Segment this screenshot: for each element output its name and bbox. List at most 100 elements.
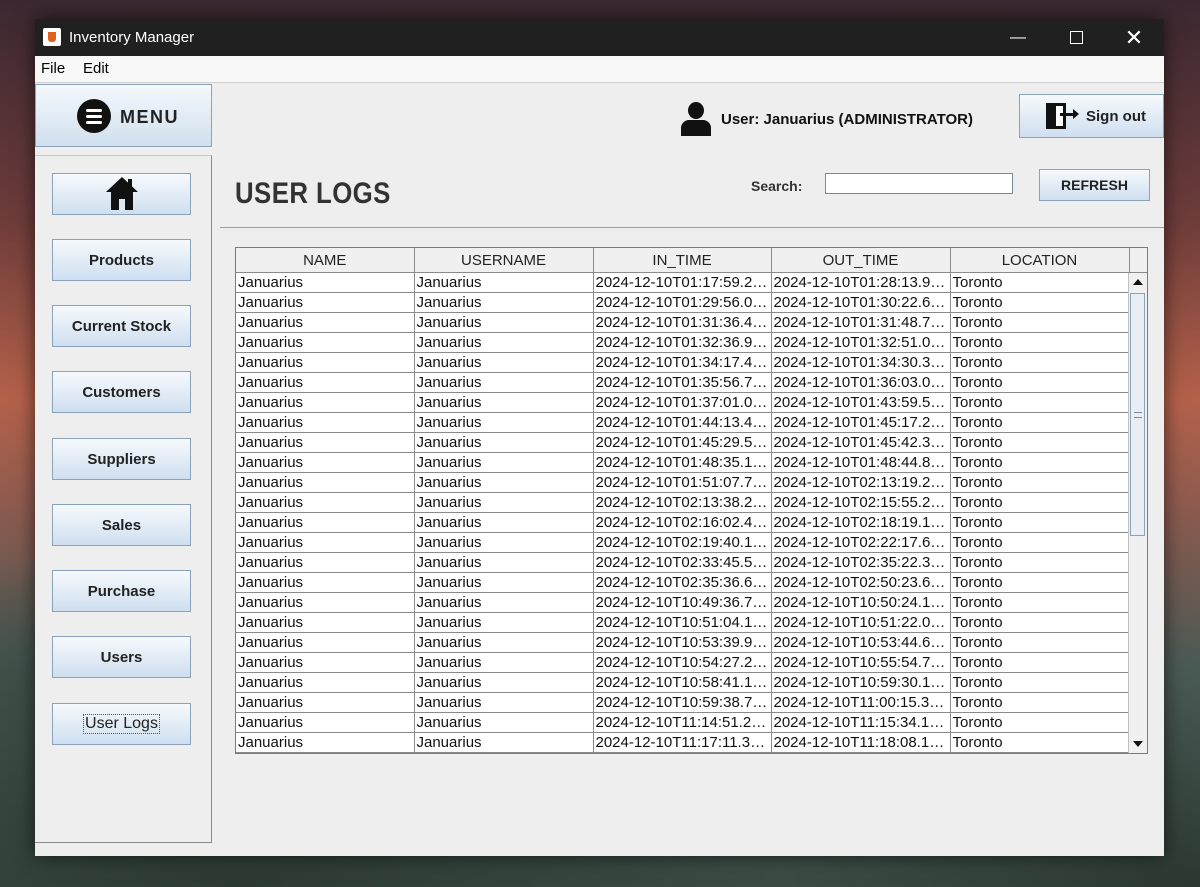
table-cell[interactable]: Januarius	[414, 332, 594, 353]
table-cell[interactable]: Januarius	[236, 492, 415, 513]
table-cell[interactable]: Januarius	[414, 392, 594, 413]
table-cell[interactable]: 2024-12-10T02:15:55.274..	[771, 492, 951, 513]
table-cell[interactable]: 2024-12-10T01:45:17.257..	[771, 412, 951, 433]
table-cell[interactable]: Toronto	[950, 572, 1130, 593]
table-cell[interactable]: Toronto	[950, 672, 1130, 693]
table-row[interactable]: Januarius Januarius 2024-12-10T10:49:36.75…	[236, 592, 1130, 613]
table-cell[interactable]: 2024-12-10T02:22:17.603..	[771, 532, 951, 553]
table-cell[interactable]: Januarius	[236, 552, 415, 573]
table-cell[interactable]: Januarius	[236, 592, 415, 613]
table-cell[interactable]: Januarius	[236, 632, 415, 653]
column-header-location[interactable]: LOCATION	[950, 248, 1130, 273]
sidebar-item-customers[interactable]: Customers	[52, 371, 191, 413]
table-cell[interactable]: Januarius	[414, 472, 594, 493]
table-cell[interactable]: 2024-12-10T01:48:35.198..	[593, 452, 772, 473]
table-cell[interactable]: Januarius	[414, 532, 594, 553]
table-cell[interactable]: 2024-12-10T02:13:38.232..	[593, 492, 772, 513]
table-cell[interactable]: Toronto	[950, 712, 1130, 733]
table-cell[interactable]: Toronto	[950, 472, 1130, 493]
table-cell[interactable]: 2024-12-10T01:29:56.055..	[593, 292, 772, 313]
table-cell[interactable]: Toronto	[950, 692, 1130, 713]
table-cell[interactable]: Januarius	[414, 712, 594, 733]
table-cell[interactable]: Toronto	[950, 332, 1130, 353]
minimize-button[interactable]: —	[989, 19, 1047, 56]
table-cell[interactable]: Toronto	[950, 432, 1130, 453]
table-cell[interactable]: Januarius	[236, 692, 415, 713]
table-cell[interactable]: Januarius	[236, 572, 415, 593]
column-header-username[interactable]: USERNAME	[414, 248, 594, 273]
table-cell[interactable]: Januarius	[236, 672, 415, 693]
table-cell[interactable]: Toronto	[950, 312, 1130, 333]
table-cell[interactable]: Januarius	[236, 472, 415, 493]
table-cell[interactable]: 2024-12-10T01:32:51.090..	[771, 332, 951, 353]
refresh-button[interactable]: REFRESH	[1039, 169, 1150, 201]
table-cell[interactable]: Januarius	[414, 432, 594, 453]
table-cell[interactable]: Januarius	[414, 292, 594, 313]
table-cell[interactable]: Januarius	[414, 312, 594, 333]
table-row[interactable]: Januarius Januarius 2024-12-10T02:33:45.55…	[236, 552, 1130, 573]
table-cell[interactable]: Januarius	[236, 712, 415, 733]
table-cell[interactable]: Januarius	[236, 312, 415, 333]
table-cell[interactable]: 2024-12-10T10:51:22.042..	[771, 612, 951, 633]
table-cell[interactable]: 2024-12-10T01:45:29.561..	[593, 432, 772, 453]
table-cell[interactable]: Januarius	[414, 632, 594, 653]
sidebar-item-products[interactable]: Products	[52, 239, 191, 281]
vertical-scrollbar[interactable]	[1128, 273, 1147, 753]
table-cell[interactable]: Toronto	[950, 512, 1130, 533]
table-cell[interactable]: Januarius	[236, 612, 415, 633]
table-cell[interactable]: Toronto	[950, 652, 1130, 673]
table-cell[interactable]: 2024-12-10T01:48:44.833..	[771, 452, 951, 473]
table-row[interactable]: Januarius Januarius 2024-12-10T01:51:07.78…	[236, 472, 1130, 493]
table-cell[interactable]: 2024-12-10T01:30:22.684..	[771, 292, 951, 313]
close-button[interactable]: ✕	[1105, 19, 1163, 56]
table-cell[interactable]: 2024-12-10T11:00:15.321..	[771, 692, 951, 713]
table-cell[interactable]: Januarius	[236, 512, 415, 533]
table-cell[interactable]: Januarius	[414, 272, 594, 293]
table-row[interactable]: Januarius Januarius 2024-12-10T01:31:36.48…	[236, 312, 1130, 333]
table-row[interactable]: Januarius Januarius 2024-12-10T01:37:01.03…	[236, 392, 1130, 413]
column-header-out-time[interactable]: OUT_TIME	[771, 248, 951, 273]
table-cell[interactable]: 2024-12-10T10:53:39.990..	[593, 632, 772, 653]
table-cell[interactable]: Januarius	[236, 372, 415, 393]
table-cell[interactable]: 2024-12-10T11:17:11.312..	[593, 732, 772, 753]
table-cell[interactable]: Januarius	[236, 352, 415, 373]
table-row[interactable]: Januarius Januarius 2024-12-10T10:51:04.15…	[236, 612, 1130, 633]
table-cell[interactable]: 2024-12-10T10:51:04.157..	[593, 612, 772, 633]
table-cell[interactable]: 2024-12-10T01:43:59.580..	[771, 392, 951, 413]
table-cell[interactable]: Januarius	[414, 732, 594, 753]
table-cell[interactable]: Januarius	[236, 332, 415, 353]
table-cell[interactable]: Toronto	[950, 412, 1130, 433]
table-cell[interactable]: Januarius	[414, 492, 594, 513]
table-cell[interactable]: 2024-12-10T01:31:48.727..	[771, 312, 951, 333]
table-row[interactable]: Januarius Januarius 2024-12-10T10:54:27.23…	[236, 652, 1130, 673]
table-row[interactable]: Januarius Januarius 2024-12-10T01:17:59.22…	[236, 272, 1130, 293]
table-cell[interactable]: 2024-12-10T10:58:41.136..	[593, 672, 772, 693]
table-cell[interactable]: Januarius	[414, 612, 594, 633]
table-cell[interactable]: 2024-12-10T10:59:30.134..	[771, 672, 951, 693]
table-cell[interactable]: 2024-12-10T11:14:51.285..	[593, 712, 772, 733]
sidebar-item-suppliers[interactable]: Suppliers	[52, 438, 191, 480]
table-row[interactable]: Januarius Januarius 2024-12-10T02:19:40.16…	[236, 532, 1130, 553]
table-cell[interactable]: 2024-12-10T02:35:36.678..	[593, 572, 772, 593]
table-row[interactable]: Januarius Januarius 2024-12-10T10:53:39.99…	[236, 632, 1130, 653]
table-cell[interactable]: Januarius	[236, 392, 415, 413]
table-cell[interactable]: 2024-12-10T01:44:13.416..	[593, 412, 772, 433]
table-cell[interactable]: 2024-12-10T11:18:08.153..	[771, 732, 951, 753]
scroll-thumb[interactable]	[1130, 293, 1145, 536]
table-cell[interactable]: 2024-12-10T02:13:19.264..	[771, 472, 951, 493]
table-row[interactable]: Januarius Januarius 2024-12-10T10:58:41.13…	[236, 672, 1130, 693]
table-cell[interactable]: Toronto	[950, 612, 1130, 633]
sidebar-item-current-stock[interactable]: Current Stock	[52, 305, 191, 347]
sign-out-button[interactable]: Sign out	[1019, 94, 1164, 138]
table-cell[interactable]: 2024-12-10T01:32:36.929..	[593, 332, 772, 353]
table-cell[interactable]: Januarius	[236, 652, 415, 673]
table-row[interactable]: Januarius Januarius 2024-12-10T10:59:38.79…	[236, 692, 1130, 713]
table-cell[interactable]: Januarius	[414, 372, 594, 393]
table-cell[interactable]: 2024-12-10T01:28:13.977..	[771, 272, 951, 293]
table-cell[interactable]: 2024-12-10T01:37:01.032..	[593, 392, 772, 413]
menu-toggle-button[interactable]: MENU	[35, 84, 212, 147]
table-cell[interactable]: Januarius	[414, 512, 594, 533]
table-cell[interactable]: 2024-12-10T01:17:59.228..	[593, 272, 772, 293]
table-cell[interactable]: 2024-12-10T02:33:45.554..	[593, 552, 772, 573]
table-cell[interactable]: Toronto	[950, 452, 1130, 473]
